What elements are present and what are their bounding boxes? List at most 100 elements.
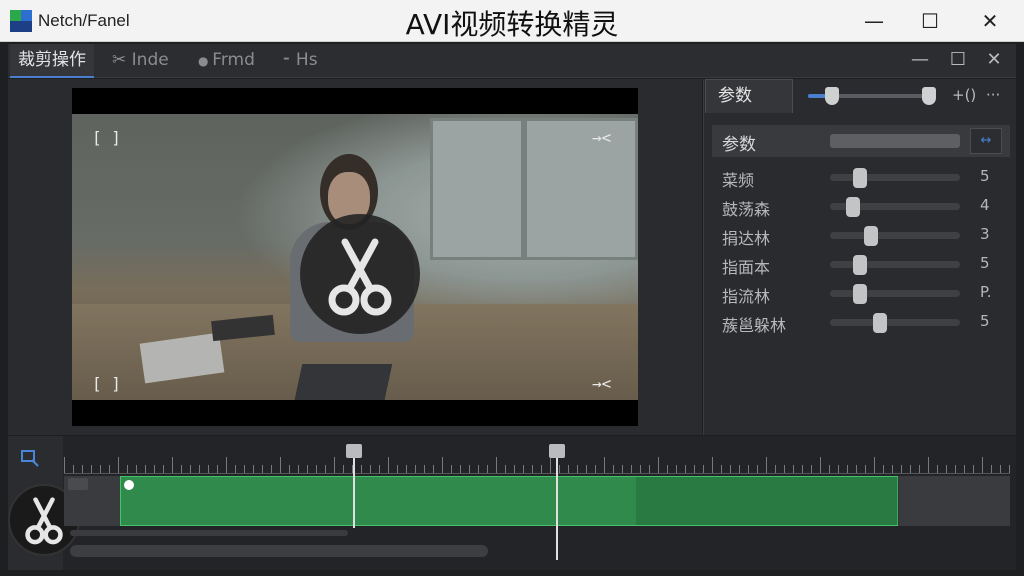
ruler-tick <box>820 457 821 473</box>
ruler-tick <box>946 465 947 473</box>
video-preview[interactable]: [ ] →< [ ] →< <box>72 88 638 426</box>
panel-maximize-button[interactable]: ☐ <box>940 44 976 78</box>
parameter-slider[interactable] <box>830 226 960 246</box>
parameter-slider[interactable] <box>830 255 960 275</box>
ruler-tick <box>982 457 983 473</box>
video-clip[interactable] <box>120 476 899 526</box>
scissors-icon <box>328 238 392 316</box>
ruler-tick <box>388 457 389 473</box>
volume-icon[interactable]: +() <box>952 86 976 104</box>
ruler-tick <box>883 465 884 473</box>
panel-close-button[interactable]: ✕ <box>976 44 1012 78</box>
crop-corner-bottom-left-icon[interactable]: [ ] <box>92 374 121 393</box>
ruler-tick <box>370 465 371 473</box>
ruler-tick <box>199 465 200 473</box>
crop-corner-top-right-icon[interactable]: →< <box>592 128 611 147</box>
dot-icon: ● <box>198 54 213 68</box>
ruler-tick <box>595 465 596 473</box>
ruler-tick <box>694 465 695 473</box>
ruler-tick <box>775 465 776 473</box>
parameter-slider-knob[interactable] <box>864 226 878 246</box>
tab-hs[interactable]: ⁃ Hs <box>274 44 326 78</box>
ruler-tick <box>955 465 956 473</box>
ruler-tick <box>766 457 767 473</box>
ruler-tick <box>379 465 380 473</box>
parameter-label: 蔟邕躲林 <box>722 316 787 335</box>
trim-end-line <box>556 458 558 560</box>
more-options-icon[interactable]: ··· <box>986 86 1000 104</box>
parameter-slider-knob[interactable] <box>853 168 867 188</box>
ruler-tick <box>559 465 560 473</box>
tab-parameters[interactable]: 参数 <box>705 79 793 113</box>
crop-corner-top-left-icon[interactable]: [ ] <box>92 128 121 147</box>
window-close-button[interactable]: ✕ <box>962 4 1018 38</box>
ruler-tick <box>208 465 209 473</box>
parameter-slider[interactable] <box>830 197 960 217</box>
ruler-tick <box>163 465 164 473</box>
ruler-tick <box>262 465 263 473</box>
panel-minimize-button[interactable]: — <box>902 44 938 78</box>
parameter-row: 蔟邕躲林 5 <box>722 310 1012 336</box>
trim-end-marker[interactable] <box>549 444 565 458</box>
ruler-tick <box>631 465 632 473</box>
ruler-tick <box>505 465 506 473</box>
window-minimize-button[interactable]: — <box>846 4 902 38</box>
parameter-slider-knob[interactable] <box>873 313 887 333</box>
ruler-tick <box>478 465 479 473</box>
expand-button[interactable]: ↔ <box>970 128 1002 154</box>
ruler-tick <box>667 465 668 473</box>
tab-label: Hs <box>295 50 318 70</box>
trim-start-marker[interactable] <box>346 444 362 458</box>
tab-crop-operation[interactable]: 裁剪操作 <box>10 44 94 78</box>
ruler-tick <box>343 465 344 473</box>
parameter-slider[interactable] <box>830 284 960 304</box>
crop-scissors-button[interactable] <box>300 214 420 334</box>
parameter-slider[interactable] <box>830 313 960 333</box>
tab-frmd[interactable]: ● Frmd <box>190 44 263 78</box>
ruler-tick <box>532 465 533 473</box>
ruler-tick <box>586 465 587 473</box>
ruler-tick <box>280 457 281 473</box>
parameter-row: 菜频 5 <box>722 165 1012 191</box>
ruler-tick <box>334 457 335 473</box>
ruler-tick <box>622 465 623 473</box>
ruler-tick <box>892 465 893 473</box>
timeline-scrollbar[interactable] <box>70 545 488 557</box>
parameter-slider-knob[interactable] <box>846 197 860 217</box>
parameter-slider-knob[interactable] <box>853 284 867 304</box>
parameter-slider[interactable] <box>830 168 960 188</box>
ruler-tick <box>469 465 470 473</box>
tab-label: 裁剪操作 <box>18 50 86 70</box>
top-slider-knob[interactable] <box>825 87 839 105</box>
crop-corner-bottom-right-icon[interactable]: →< <box>592 374 611 393</box>
timeline-ruler[interactable] <box>64 446 1010 474</box>
top-slider-end-knob[interactable] <box>922 87 936 105</box>
ruler-tick <box>226 457 227 473</box>
tab-inde[interactable]: ✂ Inde <box>104 44 177 78</box>
parameter-label: 鼓荡森 <box>722 200 771 219</box>
parameter-row: 鼓荡森 4 <box>722 194 1012 220</box>
search-icon[interactable] <box>20 448 40 473</box>
parameters-header-label: 参数 <box>722 135 756 155</box>
parameter-slider-knob[interactable] <box>853 255 867 275</box>
ruler-tick <box>865 465 866 473</box>
parameters-panel: 参数 +() ··· 参数 ↔ 菜频 5 鼓荡森 4 捐达林 3 指面本 5 指流林 P. 蔟邕躲林… <box>703 79 1016 435</box>
scissors-icon: ✂ <box>112 50 132 70</box>
parameter-label: 指流林 <box>722 287 771 306</box>
ruler-tick <box>793 465 794 473</box>
window-maximize-button[interactable]: ☐ <box>902 4 958 38</box>
ruler-tick <box>415 465 416 473</box>
parameter-value: 4 <box>980 196 990 214</box>
ruler-tick <box>190 465 191 473</box>
parameter-value: 5 <box>980 254 990 272</box>
parameters-header-bar <box>830 134 960 148</box>
ruler-tick <box>838 465 839 473</box>
clip-start-handle[interactable] <box>124 480 134 490</box>
ruler-tick <box>1009 465 1010 473</box>
ruler-tick <box>721 465 722 473</box>
timeline-scroll-track[interactable] <box>70 530 348 536</box>
ruler-tick <box>64 457 65 473</box>
ruler-tick <box>901 465 902 473</box>
ruler-tick <box>658 457 659 473</box>
track-label-chip <box>68 478 88 490</box>
